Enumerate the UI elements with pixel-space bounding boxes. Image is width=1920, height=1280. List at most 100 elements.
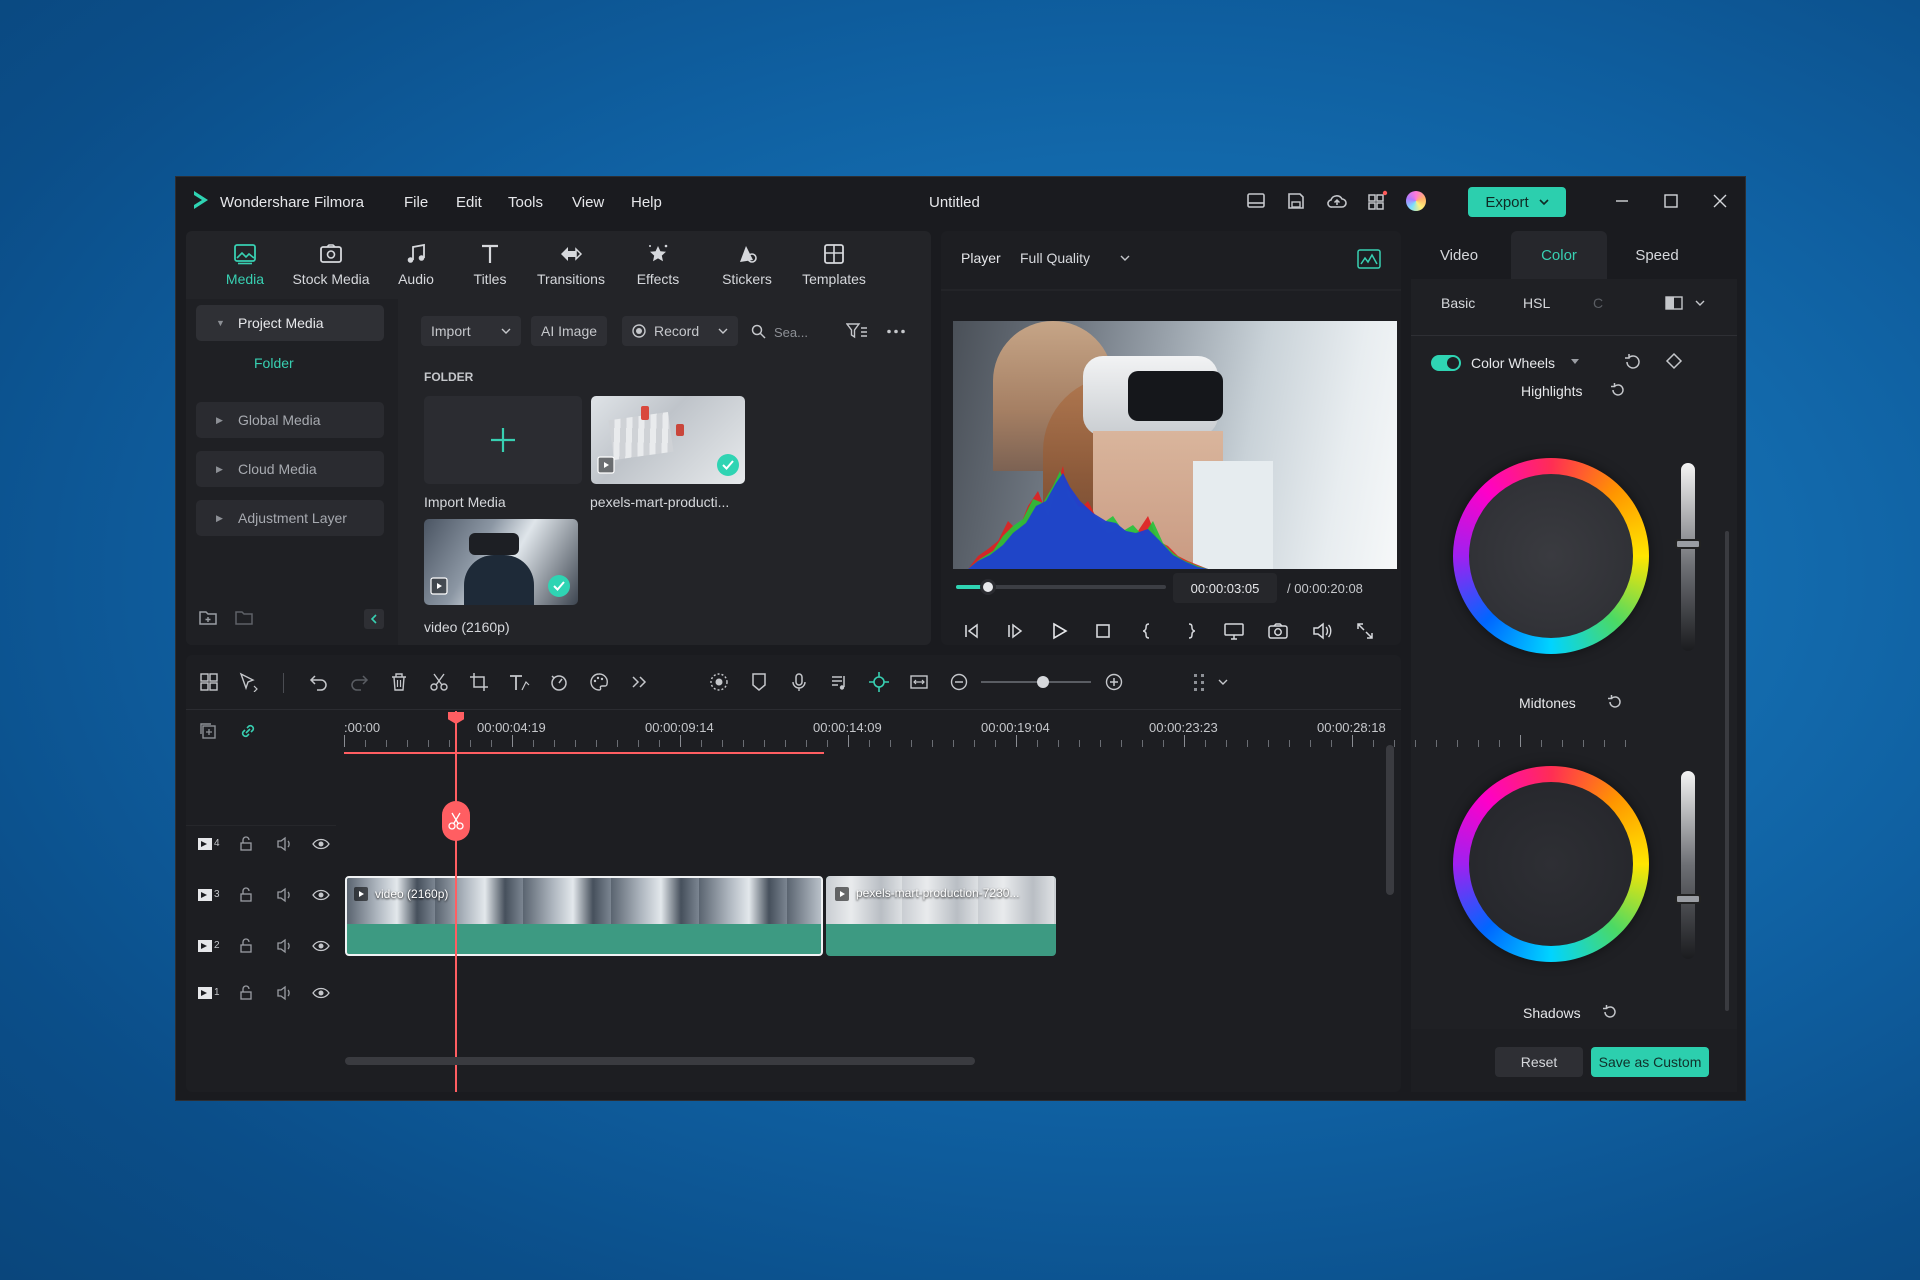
color-palette-icon[interactable]	[586, 669, 612, 695]
ai-image-button[interactable]: AI Image	[531, 316, 608, 346]
reset-shadows-icon[interactable]	[1601, 1003, 1619, 1021]
scrubber-handle[interactable]	[979, 579, 996, 595]
save-as-custom-button[interactable]: Save as Custom	[1591, 1047, 1709, 1077]
apps-grid-icon[interactable]	[1366, 190, 1388, 212]
more-options-icon[interactable]	[886, 329, 906, 334]
playback-scrubber[interactable]	[956, 579, 1166, 595]
speed-icon[interactable]	[546, 669, 572, 695]
sidebar-item-adjustment-layer[interactable]: ▶ Adjustment Layer	[196, 500, 384, 536]
lock-icon[interactable]	[238, 985, 254, 1001]
snapshot-camera-icon[interactable]	[1267, 621, 1289, 641]
reset-button[interactable]: Reset	[1495, 1047, 1583, 1077]
speaker-icon[interactable]	[276, 938, 294, 954]
split-scissors-button[interactable]	[442, 801, 470, 841]
tab-speed[interactable]: Speed	[1609, 231, 1705, 279]
zoom-out-icon[interactable]	[946, 669, 972, 695]
media-thumbnail-pexels[interactable]	[591, 396, 745, 484]
add-track-icon[interactable]	[198, 721, 218, 741]
current-time-field[interactable]: 00:00:03:05	[1173, 573, 1277, 603]
text-icon[interactable]	[506, 669, 532, 695]
undo-icon[interactable]	[306, 669, 332, 695]
sidebar-item-cloud-media[interactable]: ▶ Cloud Media	[196, 451, 384, 487]
mark-in-icon[interactable]	[1137, 621, 1157, 641]
quality-dropdown[interactable]: Full Quality	[1010, 243, 1140, 273]
midtones-luminance-slider[interactable]	[1675, 771, 1701, 959]
volume-icon[interactable]	[1311, 621, 1333, 641]
auto-highlight-icon[interactable]	[706, 669, 732, 695]
tab-color[interactable]: Color	[1511, 231, 1607, 279]
speaker-icon[interactable]	[276, 836, 294, 852]
tab-media[interactable]: Media	[206, 241, 284, 287]
microphone-icon[interactable]	[786, 669, 812, 695]
subtab-hsl[interactable]: HSL	[1523, 295, 1550, 311]
delete-trash-icon[interactable]	[386, 669, 412, 695]
zoom-in-icon[interactable]	[1101, 669, 1127, 695]
tab-transitions[interactable]: Transitions	[526, 241, 616, 287]
reset-highlights-icon[interactable]	[1609, 381, 1627, 399]
eye-icon[interactable]	[312, 836, 330, 852]
speaker-icon[interactable]	[276, 985, 294, 1001]
tab-titles[interactable]: Titles	[451, 241, 529, 287]
fit-timeline-icon[interactable]	[906, 669, 932, 695]
mark-out-icon[interactable]	[1181, 621, 1201, 641]
crop-icon[interactable]	[466, 669, 492, 695]
media-thumbnail-video[interactable]	[424, 519, 578, 605]
timeline-ruler[interactable]: :00:00 00:00:04:19 00:00:09:14 00:00:14:…	[344, 710, 1626, 755]
minimize-icon[interactable]	[1612, 191, 1632, 211]
tab-stock-media[interactable]: Stock Media	[286, 241, 376, 287]
eye-icon[interactable]	[312, 985, 330, 1001]
timeline-clip-video[interactable]: video (2160p)	[345, 876, 823, 956]
sidebar-item-global-media[interactable]: ▶ Global Media	[196, 402, 384, 438]
new-folder-icon[interactable]	[198, 609, 218, 627]
layout-icon[interactable]	[1246, 191, 1266, 211]
import-dropdown[interactable]: Import	[421, 316, 521, 346]
lock-icon[interactable]	[238, 938, 254, 954]
fullscreen-icon[interactable]	[1355, 621, 1375, 641]
color-wheels-toggle[interactable]	[1431, 355, 1461, 371]
timeline-clip-pexels[interactable]: pexels-mart-production-7230...	[826, 876, 1056, 956]
reset-midtones-icon[interactable]	[1606, 693, 1624, 711]
play-icon[interactable]	[1049, 621, 1069, 641]
link-icon[interactable]	[238, 721, 258, 741]
zoom-slider-handle[interactable]	[1037, 676, 1049, 688]
panel-scrollbar[interactable]	[1725, 531, 1729, 1011]
compare-view-icon[interactable]	[1665, 295, 1683, 311]
export-button[interactable]: Export	[1468, 187, 1566, 217]
slider-handle[interactable]	[1675, 893, 1701, 904]
timeline-horizontal-scrollbar[interactable]	[345, 1057, 975, 1065]
avatar[interactable]	[1406, 191, 1426, 211]
close-icon[interactable]	[1710, 191, 1730, 211]
zoom-slider[interactable]	[981, 676, 1091, 688]
audio-mix-icon[interactable]	[826, 669, 852, 695]
scissors-split-icon[interactable]	[426, 669, 452, 695]
search-input[interactable]: Sea...	[774, 325, 808, 340]
tab-video[interactable]: Video	[1411, 231, 1507, 279]
stop-icon[interactable]	[1093, 621, 1113, 641]
scopes-icon[interactable]	[1357, 249, 1381, 269]
select-cursor-icon[interactable]	[236, 669, 262, 695]
display-settings-icon[interactable]	[1223, 621, 1245, 641]
highlights-luminance-slider[interactable]	[1675, 463, 1701, 651]
tab-stickers[interactable]: Stickers	[708, 241, 786, 287]
previous-frame-icon[interactable]	[961, 621, 981, 641]
marker-shield-icon[interactable]	[746, 669, 772, 695]
sidebar-item-project-media[interactable]: ▼ Project Media	[196, 305, 384, 341]
maximize-icon[interactable]	[1661, 191, 1681, 211]
chevron-down-icon[interactable]	[1210, 669, 1236, 695]
tab-audio[interactable]: Audio	[377, 241, 455, 287]
filter-icon[interactable]	[846, 322, 868, 340]
lock-icon[interactable]	[238, 887, 254, 903]
menu-edit[interactable]: Edit	[456, 194, 482, 211]
tab-templates[interactable]: Templates	[789, 241, 879, 287]
more-tools-icon[interactable]	[626, 669, 652, 695]
highlights-color-wheel[interactable]	[1453, 458, 1649, 654]
snap-magnet-icon[interactable]	[866, 669, 892, 695]
track-layout-icon[interactable]	[1186, 669, 1212, 695]
sidebar-item-folder[interactable]: Folder	[254, 355, 294, 371]
folder-icon[interactable]	[234, 609, 254, 627]
playhead[interactable]	[455, 711, 457, 1092]
save-icon[interactable]	[1286, 191, 1306, 211]
caret-down-icon[interactable]	[1571, 359, 1579, 365]
cloud-upload-icon[interactable]	[1326, 191, 1348, 211]
menu-tools[interactable]: Tools	[508, 194, 543, 211]
